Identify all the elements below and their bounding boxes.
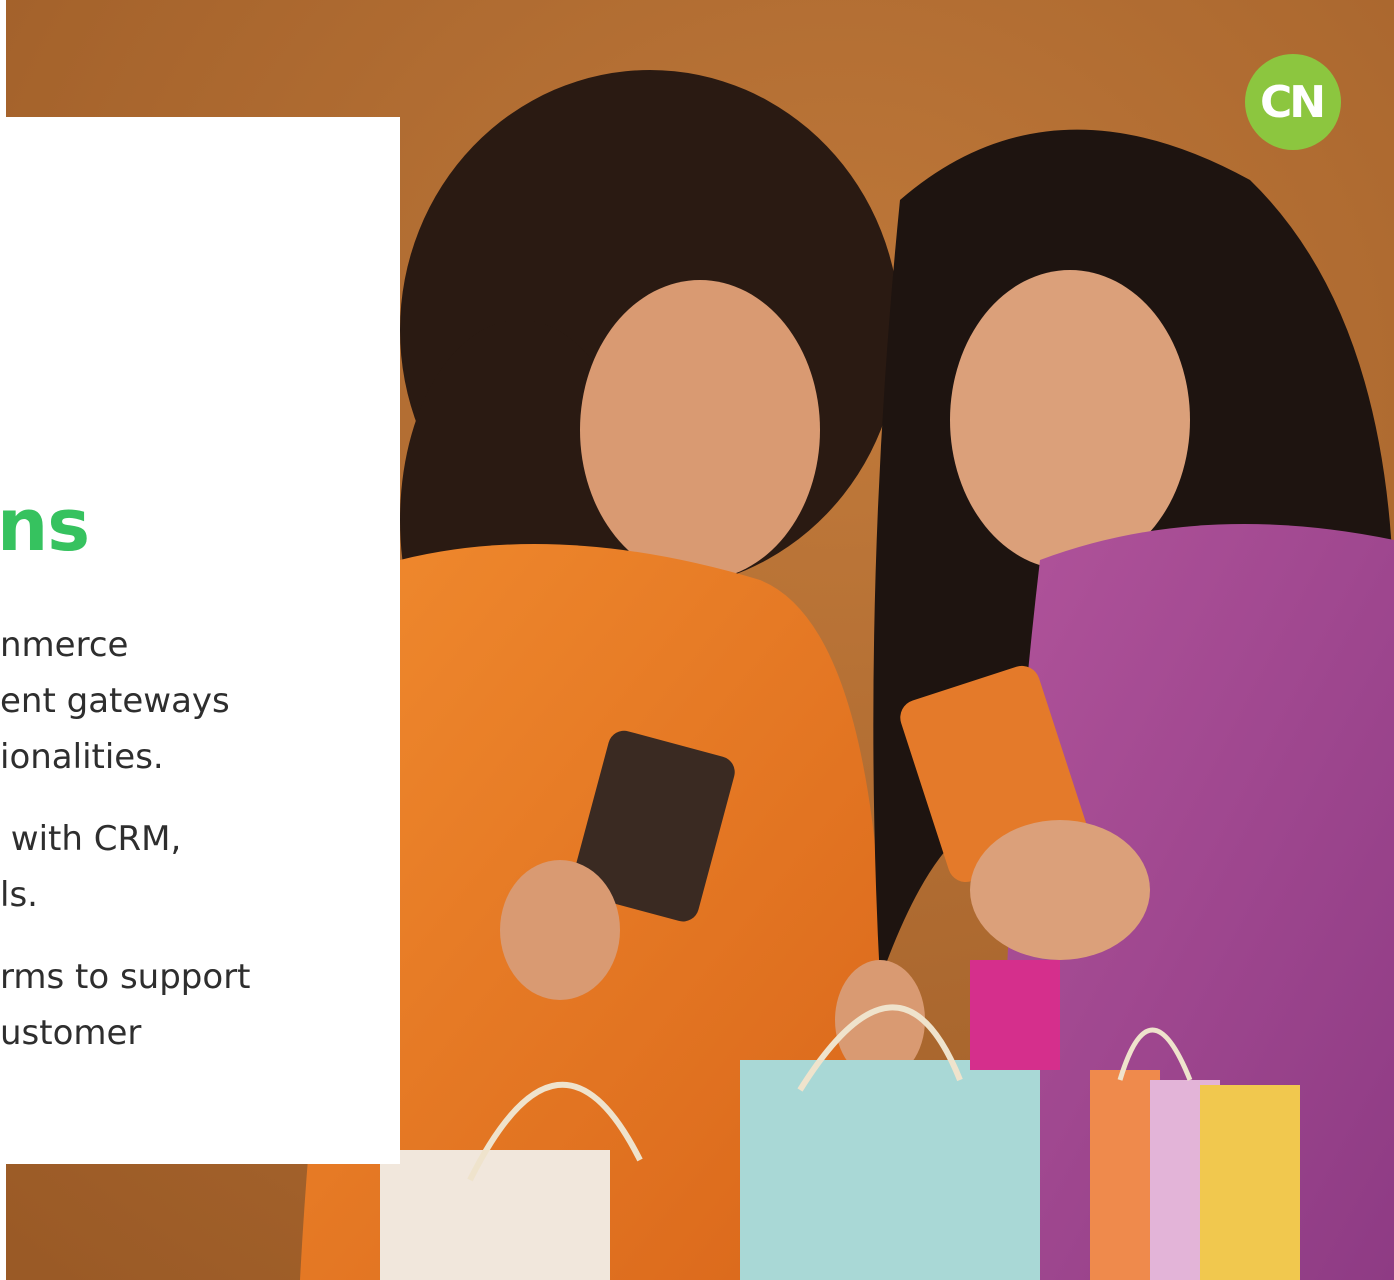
slide: ns nmerce ent gateways ionalities. with … <box>0 0 1394 1280</box>
paragraph-line: with CRM, <box>0 819 182 859</box>
cn-logo: CN <box>1245 54 1341 150</box>
card-body: nmerce ent gateways ionalities. with CRM… <box>0 617 251 1087</box>
paragraph-3: rms to support ustomer <box>0 949 251 1061</box>
paragraph-line: nmerce <box>0 625 129 665</box>
card-heading: ns <box>0 483 90 567</box>
paragraph-line: rms to support <box>0 957 251 997</box>
logo-text: CN <box>1259 76 1326 128</box>
paragraph-1: nmerce ent gateways ionalities. <box>0 617 251 785</box>
content-card: ns nmerce ent gateways ionalities. with … <box>0 117 400 1164</box>
paragraph-line: ent gateways <box>0 681 230 721</box>
paragraph-2: with CRM, ls. <box>0 811 251 923</box>
paragraph-line: ionalities. <box>0 737 164 777</box>
paragraph-line: ustomer <box>0 1013 142 1053</box>
paragraph-line: ls. <box>0 875 38 915</box>
